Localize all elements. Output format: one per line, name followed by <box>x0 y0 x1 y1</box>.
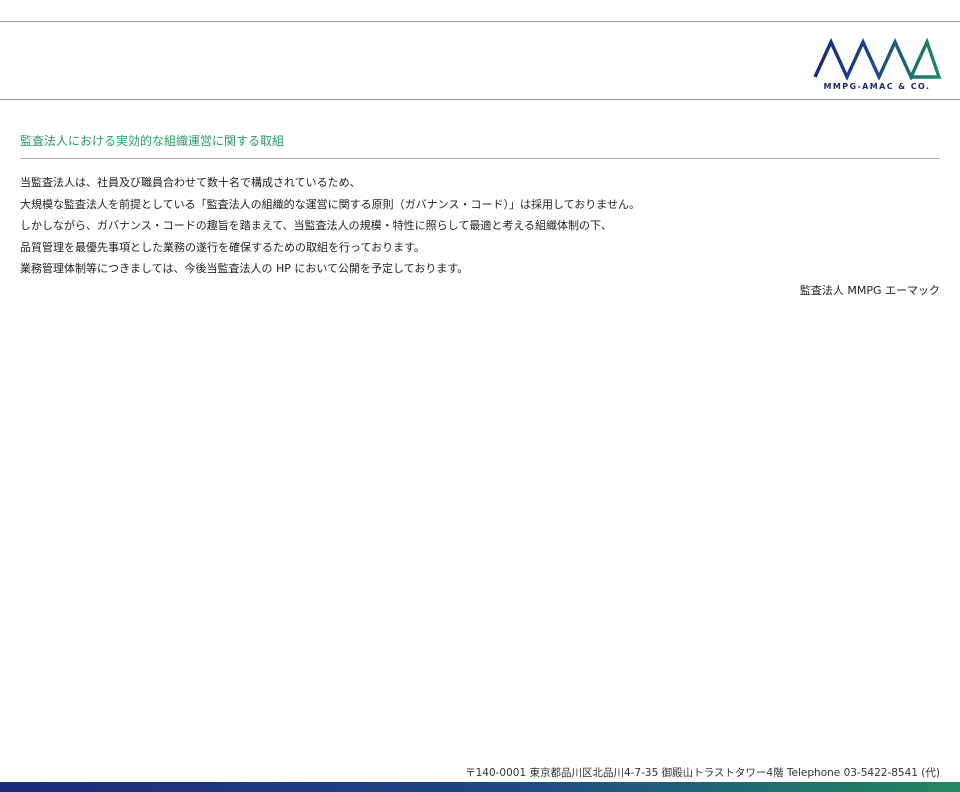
top-divider <box>0 21 960 22</box>
statement-line: 品質管理を最優先事項とした業務の遂行を確保するための取組を行っております。 <box>20 240 426 254</box>
statement-line: 大規模な監査法人を前提としている「監査法人の組織的な運営に関する原則（ガバナンス… <box>20 197 640 211</box>
footer-color-bar <box>0 782 960 792</box>
statement-body: 当監査法人は、社員及び職員合わせて数十名で構成されているため、 大規模な監査法人… <box>20 172 940 280</box>
statement-line: 当監査法人は、社員及び職員合わせて数十名で構成されているため、 <box>20 176 361 189</box>
section-divider <box>20 158 940 159</box>
page: MMPG-AMAC & CO. 監査法人における実効的な組織運営に関する取組 当… <box>0 0 960 792</box>
company-logo[interactable]: MMPG-AMAC & CO. <box>812 38 942 94</box>
header-divider <box>0 99 960 100</box>
signature: 監査法人 MMPG エーマック <box>799 284 940 297</box>
footer-address: 〒140-0001 東京都品川区北品川4-7-35 御殿山トラストタワー4階 T… <box>465 767 940 779</box>
section-title: 監査法人における実効的な組織運営に関する取組 <box>20 134 285 148</box>
logo-mark-icon <box>813 38 942 80</box>
statement-line: しかしながら、ガバナンス・コードの趣旨を踏まえて、当監査法人の規模・特性に照らし… <box>20 219 613 232</box>
logo-wordmark: MMPG-AMAC & CO. <box>823 82 931 91</box>
statement-line: 業務管理体制等につきましては、今後当監査法人の HP において公開を予定しており… <box>20 262 469 275</box>
